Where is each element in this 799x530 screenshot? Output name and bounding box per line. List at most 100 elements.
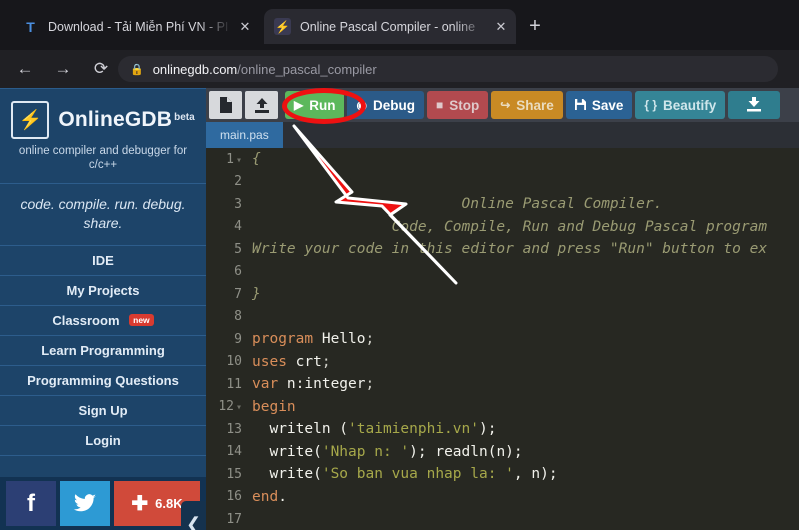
line-number: 4 — [206, 219, 248, 234]
code-token: Write your code in this editor and press… — [252, 241, 767, 257]
code-line[interactable]: 5Write your code in this editor and pres… — [206, 238, 799, 261]
code-line-text: var n:integer; — [248, 376, 799, 392]
code-token: program — [252, 331, 322, 347]
code-line[interactable]: 14 write('Nhap n: '); readln(n); — [206, 441, 799, 464]
beautify-button[interactable]: { } Beautify — [635, 91, 725, 119]
run-button-label: Run — [309, 98, 335, 113]
download-button[interactable] — [728, 91, 780, 119]
code-token: crt — [296, 354, 322, 370]
code-line[interactable]: 8 — [206, 306, 799, 329]
code-token: 'taimienphi.vn' — [348, 421, 479, 437]
browser-tab-1-title: Download - Tải Miễn Phí VN - PI — [48, 20, 232, 34]
facebook-icon[interactable]: f — [6, 481, 56, 526]
bolt-icon: ⚡ — [274, 18, 291, 35]
lock-icon: 🔒 — [130, 63, 144, 76]
browser-tab-2[interactable]: ⚡ Online Pascal Compiler - online ✕ — [264, 9, 516, 44]
file-tab-main-pas[interactable]: main.pas — [206, 122, 283, 148]
code-line[interactable]: 6 — [206, 261, 799, 284]
code-token: end — [252, 489, 278, 505]
beautify-button-label: Beautify — [663, 98, 716, 113]
braces-icon: { } — [644, 99, 657, 111]
code-token: Online Pascal Compiler. — [252, 196, 662, 212]
sidebar-item-ide[interactable]: IDE — [0, 246, 206, 276]
code-token: n:integer — [287, 376, 366, 392]
save-button[interactable]: Save — [566, 91, 633, 119]
browser-tab-2-title: Online Pascal Compiler - online — [300, 20, 488, 34]
sidebar-item-sign-up[interactable]: Sign Up — [0, 396, 206, 426]
brand-block: ⚡ OnlineGDBbeta online compiler and debu… — [0, 89, 206, 183]
sidebar-item-programming-questions[interactable]: Programming Questions — [0, 366, 206, 396]
sidebar-collapse-handle[interactable]: ❮ — [181, 501, 206, 530]
code-editor[interactable]: 1▾{23 Online Pascal Compiler.4 Code, Com… — [206, 148, 799, 530]
code-token: 'Nhap n: ' — [322, 444, 409, 460]
sidebar-item-classroom[interactable]: Classroom new — [0, 306, 206, 336]
sidebar-item-label: Sign Up — [78, 403, 127, 418]
code-line[interactable]: 13 writeln ('taimienphi.vn'); — [206, 418, 799, 441]
play-icon: ▶ — [294, 99, 303, 111]
code-line-text: program Hello; — [248, 331, 799, 347]
code-line[interactable]: 11var n:integer; — [206, 373, 799, 396]
code-line-text: writeln ('taimienphi.vn'); — [248, 421, 799, 437]
code-line[interactable]: 15 write('So ban vua nhap la: ', n); — [206, 463, 799, 486]
share-icon: ↪ — [500, 99, 510, 111]
sidebar-item-label: Programming Questions — [27, 373, 179, 388]
code-line-text: begin — [248, 399, 799, 415]
brand-row: ⚡ OnlineGDBbeta — [8, 101, 198, 139]
code-line[interactable]: 16end. — [206, 486, 799, 509]
back-icon[interactable]: ← — [10, 54, 40, 84]
code-line[interactable]: 2 — [206, 171, 799, 194]
sidebar-item-my-projects[interactable]: My Projects — [0, 276, 206, 306]
brand-title: OnlineGDBbeta — [58, 108, 194, 132]
sidebar-item-login[interactable]: Login — [0, 426, 206, 456]
code-line[interactable]: 10uses crt; — [206, 351, 799, 374]
browser-window: T Download - Tải Miễn Phí VN - PI ✕ ⚡ On… — [0, 0, 799, 530]
twitter-icon[interactable] — [60, 481, 110, 526]
close-icon[interactable]: ✕ — [492, 18, 510, 36]
code-line-text: end. — [248, 489, 799, 505]
browser-tab-1[interactable]: T Download - Tải Miễn Phí VN - PI ✕ — [12, 9, 260, 44]
browser-tab-strip: T Download - Tải Miễn Phí VN - PI ✕ ⚡ On… — [0, 0, 799, 50]
code-token: ; — [366, 376, 375, 392]
code-line[interactable]: 17 — [206, 508, 799, 530]
download-icon — [746, 97, 762, 114]
stop-button[interactable]: ■ Stop — [427, 91, 488, 119]
code-line-text: write('So ban vua nhap la: ', n); — [248, 466, 799, 482]
code-token: Code, Compile, Run and Debug Pascal prog… — [252, 219, 767, 235]
fold-caret-icon[interactable]: ▾ — [236, 155, 242, 166]
sidebar-item-learn-programming[interactable]: Learn Programming — [0, 336, 206, 366]
sidebar-tagline: code. compile. run. debug. share. — [0, 183, 206, 246]
code-token: . — [278, 489, 287, 505]
code-lines[interactable]: 1▾{23 Online Pascal Compiler.4 Code, Com… — [206, 148, 799, 530]
code-line[interactable]: 7} — [206, 283, 799, 306]
code-line[interactable]: 4 Code, Compile, Run and Debug Pascal pr… — [206, 216, 799, 239]
code-line-text: Code, Compile, Run and Debug Pascal prog… — [248, 219, 799, 235]
social-bar: f ✚ 6.8K — [0, 477, 206, 530]
sidebar: ⚡ OnlineGDBbeta online compiler and debu… — [0, 88, 206, 530]
address-bar[interactable]: 🔒 onlinegdb.com/online_pascal_compiler — [118, 56, 778, 82]
run-button[interactable]: ▶ Run — [285, 91, 344, 119]
upload-file-icon[interactable] — [245, 91, 278, 119]
code-token: begin — [252, 399, 296, 415]
code-line[interactable]: 12▾begin — [206, 396, 799, 419]
code-token: { — [252, 151, 261, 167]
brand-name: OnlineGDB — [58, 108, 172, 131]
debug-button[interactable]: ◉ Debug — [347, 91, 423, 119]
reload-icon[interactable]: ⟳ — [86, 54, 116, 84]
new-tab-button[interactable]: + — [522, 14, 548, 40]
line-number: 13 — [206, 422, 248, 437]
line-number: 10 — [206, 354, 248, 369]
code-token: ; — [366, 331, 375, 347]
share-button[interactable]: ↪ Share — [491, 91, 563, 119]
sidebar-item-label: My Projects — [67, 283, 140, 298]
code-line[interactable]: 9program Hello; — [206, 328, 799, 351]
new-file-icon[interactable] — [209, 91, 242, 119]
stop-button-label: Stop — [449, 98, 479, 113]
sidebar-item-label: Classroom — [52, 313, 119, 328]
debug-button-label: Debug — [373, 98, 415, 113]
beta-badge: beta — [174, 112, 195, 123]
fold-caret-icon[interactable]: ▾ — [236, 402, 242, 413]
code-line[interactable]: 1▾{ — [206, 148, 799, 171]
close-icon[interactable]: ✕ — [236, 18, 254, 36]
forward-icon[interactable]: → — [48, 54, 78, 84]
code-line[interactable]: 3 Online Pascal Compiler. — [206, 193, 799, 216]
